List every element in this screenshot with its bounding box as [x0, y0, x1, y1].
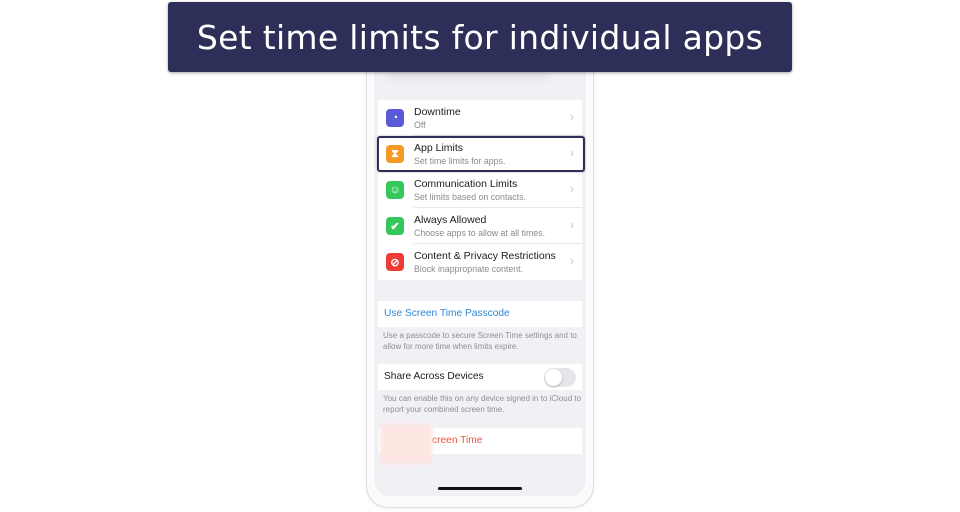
share-across-devices-label: Share Across Devices	[384, 371, 484, 382]
row-subtitle: Set limits based on contacts.	[414, 192, 526, 202]
toggle-knob	[545, 369, 562, 386]
row-subtitle: Off	[414, 120, 426, 130]
row-title: Downtime	[414, 106, 461, 118]
blurred-region	[380, 424, 432, 464]
share-across-devices-row: Share Across Devices	[378, 364, 582, 390]
row-subtitle: Block inappropriate content.	[414, 264, 524, 274]
phone-screen: ◔ Downtime Off › ⧗ App Limits Set time l…	[374, 56, 586, 496]
row-title: Content & Privacy Restrictions	[414, 250, 556, 262]
checkmark-icon: ✔	[386, 217, 404, 235]
turn-off-label: creen Time	[432, 435, 483, 446]
caption-title: Set time limits for individual apps	[196, 17, 764, 57]
app-limits-highlight	[377, 136, 585, 172]
passcode-footnote: Use a passcode to secure Screen Time set…	[383, 331, 577, 351]
row-communication-limits[interactable]: ☺ Communication Limits Set limits based …	[378, 172, 582, 208]
use-passcode-button[interactable]: Use Screen Time Passcode	[378, 301, 582, 327]
screen-time-settings-group: ◔ Downtime Off › ⧗ App Limits Set time l…	[378, 100, 582, 280]
row-subtitle: Choose apps to allow at all times.	[414, 228, 546, 238]
chevron-right-icon: ›	[570, 182, 574, 196]
share-across-devices-toggle[interactable]	[544, 368, 576, 387]
row-title: Communication Limits	[414, 178, 518, 190]
row-downtime[interactable]: ◔ Downtime Off ›	[378, 100, 582, 136]
share-footnote: You can enable this on any device signed…	[383, 394, 582, 414]
chevron-right-icon: ›	[570, 110, 574, 124]
chevron-right-icon: ›	[570, 254, 574, 268]
row-title: Always Allowed	[414, 214, 487, 226]
row-always-allowed[interactable]: ✔ Always Allowed Choose apps to allow at…	[378, 208, 582, 244]
caption-banner: Set time limits for individual apps	[168, 2, 792, 72]
row-content-privacy[interactable]: ⊘ Content & Privacy Restrictions Block i…	[378, 244, 582, 280]
downtime-icon: ◔	[386, 109, 404, 127]
home-indicator	[438, 487, 522, 490]
restriction-icon: ⊘	[386, 253, 404, 271]
chevron-right-icon: ›	[570, 218, 574, 232]
contacts-icon: ☺	[386, 181, 404, 199]
use-passcode-label: Use Screen Time Passcode	[384, 308, 510, 319]
